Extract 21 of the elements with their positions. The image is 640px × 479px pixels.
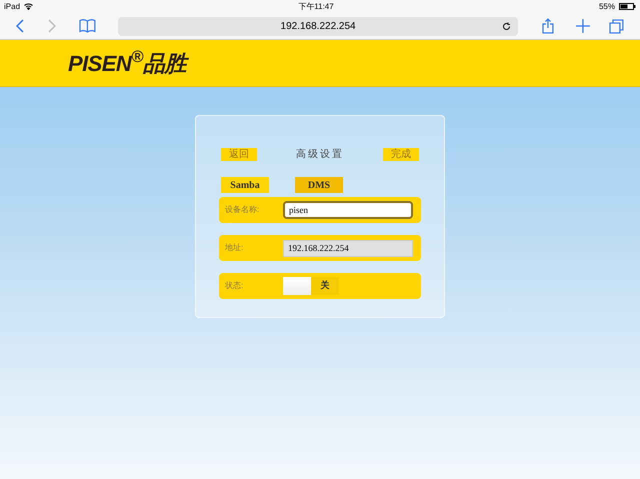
back-icon[interactable] (16, 19, 24, 33)
battery-icon (619, 3, 636, 10)
address-bar[interactable]: 192.168.222.254 (118, 16, 518, 36)
toggle-switch[interactable] (283, 277, 311, 295)
tabs-icon[interactable] (609, 18, 624, 34)
toggle-state: 关 (311, 277, 339, 295)
field-label: 地址: (225, 242, 244, 254)
share-icon[interactable] (542, 18, 554, 34)
tab[interactable]: Samba (221, 177, 269, 193)
reload-icon[interactable] (502, 22, 512, 30)
tab[interactable]: DMS (295, 177, 343, 193)
plus-icon[interactable] (576, 19, 590, 33)
field-label: 设备名称: (225, 204, 260, 216)
book-icon[interactable] (78, 19, 96, 33)
input-field[interactable]: pisen (283, 201, 413, 219)
panel-title: 高级设置 (296, 148, 344, 162)
device-name: iPad (4, 0, 20, 12)
battery-percent: 55% (598, 0, 615, 12)
clock-time: 下午11:47 (298, 0, 334, 12)
field-label: 状态: (225, 280, 244, 292)
wifi-icon (24, 3, 34, 10)
